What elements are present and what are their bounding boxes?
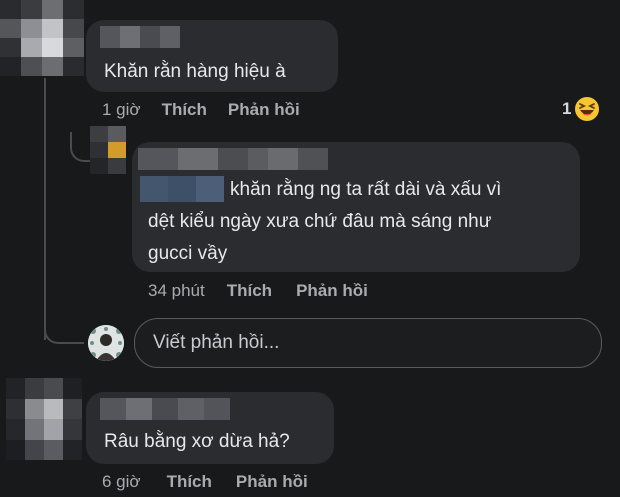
avatar[interactable]: [0, 0, 84, 76]
commenter-name-blurred[interactable]: [100, 26, 180, 48]
like-button[interactable]: Thích: [167, 472, 212, 492]
commenter-name-blurred[interactable]: [138, 148, 328, 170]
comment-text-line: gucci vầy: [148, 243, 228, 264]
avatar[interactable]: [90, 126, 126, 174]
thread-branch: [44, 318, 84, 344]
reply-button[interactable]: Phản hồi: [296, 281, 368, 301]
thread-branch: [70, 132, 90, 162]
commenter-name-blurred[interactable]: [100, 398, 230, 420]
user-avatar: [88, 325, 124, 361]
reply-input-placeholder: Viết phản hồi...: [153, 332, 280, 353]
user-avatar-icon: [88, 325, 124, 361]
comment-text-line: dệt kiểu ngày xưa chứ đâu mà sáng như: [148, 211, 492, 232]
avatar[interactable]: [6, 378, 82, 460]
comment-text: Râu bằng xơ dừa hả?: [104, 431, 290, 452]
reaction-count: 1: [562, 99, 572, 118]
reply-button[interactable]: Phản hồi: [236, 472, 308, 492]
like-button[interactable]: Thích: [162, 100, 207, 120]
tagged-name-blurred[interactable]: [140, 176, 224, 202]
reply-button[interactable]: Phản hồi: [228, 100, 300, 120]
comment-meta: 1 giờ Thích Phản hồi: [102, 100, 300, 120]
comment-meta: 34 phút Thích Phản hồi: [148, 281, 368, 301]
comment-text-line: khăn rằng ng ta rất dài và xấu vì: [230, 179, 502, 200]
comment-text: Khăn rằn hàng hiệu à: [104, 61, 286, 82]
haha-emoji-icon: [575, 97, 600, 121]
reply-input[interactable]: Viết phản hồi...: [134, 318, 602, 368]
comment-meta: 6 giờ Thích Phản hồi: [102, 472, 308, 492]
thread-line: [44, 78, 46, 340]
like-button[interactable]: Thích: [227, 281, 272, 301]
comment-time[interactable]: 34 phút: [148, 281, 205, 301]
reaction-summary[interactable]: 1: [562, 96, 600, 122]
comment-time[interactable]: 6 giờ: [102, 472, 141, 492]
comment-time[interactable]: 1 giờ: [102, 100, 141, 120]
